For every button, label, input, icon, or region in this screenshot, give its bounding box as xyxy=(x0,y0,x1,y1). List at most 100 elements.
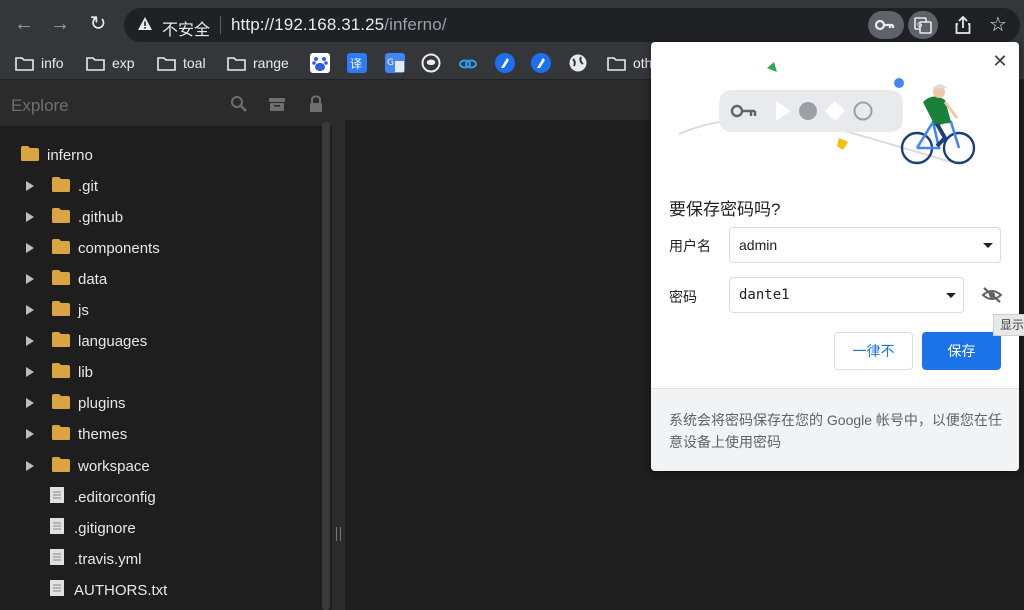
tree-folder-item[interactable]: workspace xyxy=(25,455,150,477)
dialog-footer: 系统会将密码保存在您的 Google 帐号中，以便您在任意设备上使用密码 xyxy=(651,388,1019,471)
footer-text: 系统会将密码保存在您的 Google 帐号中，以便您在任意设备上使用密码 xyxy=(669,412,1002,450)
baidu-icon[interactable] xyxy=(310,53,330,73)
reload-icon[interactable]: ↻ xyxy=(84,10,112,38)
tree-folder-item[interactable]: themes xyxy=(25,424,127,446)
lock-icon[interactable] xyxy=(307,95,325,113)
file-icon xyxy=(49,517,65,539)
archive-icon[interactable] xyxy=(268,95,286,113)
folder-icon xyxy=(51,424,71,445)
bookmark-label: toal xyxy=(183,55,206,71)
translate-icon[interactable]: G xyxy=(908,11,938,39)
forward-arrow-icon[interactable]: → xyxy=(46,10,74,38)
chevron-right-icon[interactable] xyxy=(25,271,51,288)
folder-icon xyxy=(51,269,71,290)
tree-item-label: .github xyxy=(78,208,124,226)
chevron-right-icon[interactable] xyxy=(25,333,51,350)
bookmark-folder-toal[interactable]: toal xyxy=(157,52,206,74)
folder-icon xyxy=(15,56,34,71)
chevron-down-icon[interactable] xyxy=(983,243,993,248)
save-password-dialog: ✕ 要保存密码吗? 用户名 admin 密码 dante1 一律不 保存 系统会… xyxy=(651,42,1019,471)
insecure-label[interactable]: 不安全 xyxy=(162,16,210,40)
google-translate-icon[interactable]: G xyxy=(385,53,405,73)
folder-icon xyxy=(51,238,71,259)
app-icon[interactable] xyxy=(531,53,551,73)
editor-tab-bar xyxy=(345,80,650,120)
url-host: http://192.168.31.25 xyxy=(231,15,385,34)
tree-file-item[interactable]: .travis.yml xyxy=(49,548,142,570)
github-icon[interactable] xyxy=(421,53,441,73)
tree-item-label: themes xyxy=(78,426,128,444)
folder-icon xyxy=(51,176,71,197)
chevron-right-icon[interactable] xyxy=(25,178,51,195)
url-text[interactable]: http://192.168.31.25/inferno/ xyxy=(231,15,447,35)
tree-item-label: workspace xyxy=(78,457,150,475)
tree-folder-item[interactable]: languages xyxy=(25,331,147,353)
tree-folder-item[interactable]: components xyxy=(25,237,160,259)
bookmark-folder-info[interactable]: info xyxy=(15,52,64,74)
url-path: /inferno/ xyxy=(384,15,447,34)
share-icon[interactable] xyxy=(952,14,974,36)
password-field[interactable]: dante1 xyxy=(729,277,964,313)
address-bar[interactable]: 不安全 http://192.168.31.25/inferno/ G ☆ xyxy=(124,8,1020,42)
sidebar-scrollbar[interactable] xyxy=(322,122,330,610)
folder-icon xyxy=(51,456,71,477)
chevron-down-icon[interactable] xyxy=(946,293,956,298)
username-value: admin xyxy=(739,237,778,253)
bookmark-label: range xyxy=(253,55,289,71)
file-icon xyxy=(49,548,65,570)
tree-folder-item[interactable]: .github xyxy=(25,206,123,228)
tree-item-label: .travis.yml xyxy=(74,550,142,568)
tree-file-item[interactable]: .gitignore xyxy=(49,517,136,539)
tree-item-label: .editorconfig xyxy=(74,488,156,506)
tree-file-item[interactable]: .editorconfig xyxy=(49,486,156,508)
tree-folder-item[interactable]: lib xyxy=(25,362,93,384)
tree-folder-item[interactable]: data xyxy=(25,268,107,290)
tree-item-label: languages xyxy=(78,333,148,351)
hide-password-eye-icon[interactable] xyxy=(981,286,1003,304)
back-arrow-icon[interactable]: ← xyxy=(10,10,38,38)
bookmark-folder-exp[interactable]: exp xyxy=(86,52,135,74)
tree-root-folder[interactable]: inferno xyxy=(20,144,93,166)
folder-icon xyxy=(51,362,71,383)
chevron-right-icon[interactable] xyxy=(25,426,51,443)
file-icon xyxy=(49,579,65,601)
chevron-right-icon[interactable] xyxy=(25,458,51,475)
tree-folder-item[interactable]: plugins xyxy=(25,393,126,415)
never-button[interactable]: 一律不 xyxy=(834,332,913,370)
tree-folder-item[interactable]: js xyxy=(25,300,89,322)
username-field[interactable]: admin xyxy=(729,227,1001,263)
cloud-icon[interactable] xyxy=(458,53,478,73)
bookmark-folder-range[interactable]: range xyxy=(227,52,289,74)
search-icon[interactable] xyxy=(230,95,248,113)
bookmark-star-icon[interactable]: ☆ xyxy=(986,13,1010,37)
address-separator xyxy=(220,16,221,34)
tree-item-label: inferno xyxy=(47,146,93,164)
save-button[interactable]: 保存 xyxy=(922,332,1001,370)
tree-file-item[interactable]: AUTHORS.txt xyxy=(49,579,167,601)
folder-icon xyxy=(86,56,105,71)
bookmark-folder-oth[interactable]: oth xyxy=(607,52,652,74)
tree-item-label: AUTHORS.txt xyxy=(74,581,168,599)
chevron-right-icon[interactable] xyxy=(25,364,51,381)
chevron-right-icon[interactable] xyxy=(25,240,51,257)
chevron-right-icon[interactable] xyxy=(25,302,51,319)
folder-icon xyxy=(227,56,246,71)
chevron-right-icon[interactable] xyxy=(25,395,51,412)
chevron-right-icon[interactable] xyxy=(25,209,51,226)
tree-folder-item[interactable]: .git xyxy=(25,175,98,197)
warning-icon[interactable] xyxy=(137,16,153,32)
folder-icon xyxy=(20,145,40,166)
resize-handle[interactable] xyxy=(336,527,341,541)
globe-icon[interactable] xyxy=(568,53,588,73)
svg-text:译: 译 xyxy=(350,57,362,71)
translate-icon[interactable]: 译 xyxy=(347,53,367,73)
folder-icon xyxy=(51,300,71,321)
tree-item-label: data xyxy=(78,270,108,288)
bookmark-label: info xyxy=(41,55,64,71)
bookmark-label: oth xyxy=(633,55,653,71)
app-icon[interactable] xyxy=(495,53,515,73)
file-icon xyxy=(49,486,65,508)
password-key-icon[interactable] xyxy=(868,11,904,39)
tree-item-label: .git xyxy=(78,177,99,195)
close-icon[interactable]: ✕ xyxy=(991,52,1009,70)
